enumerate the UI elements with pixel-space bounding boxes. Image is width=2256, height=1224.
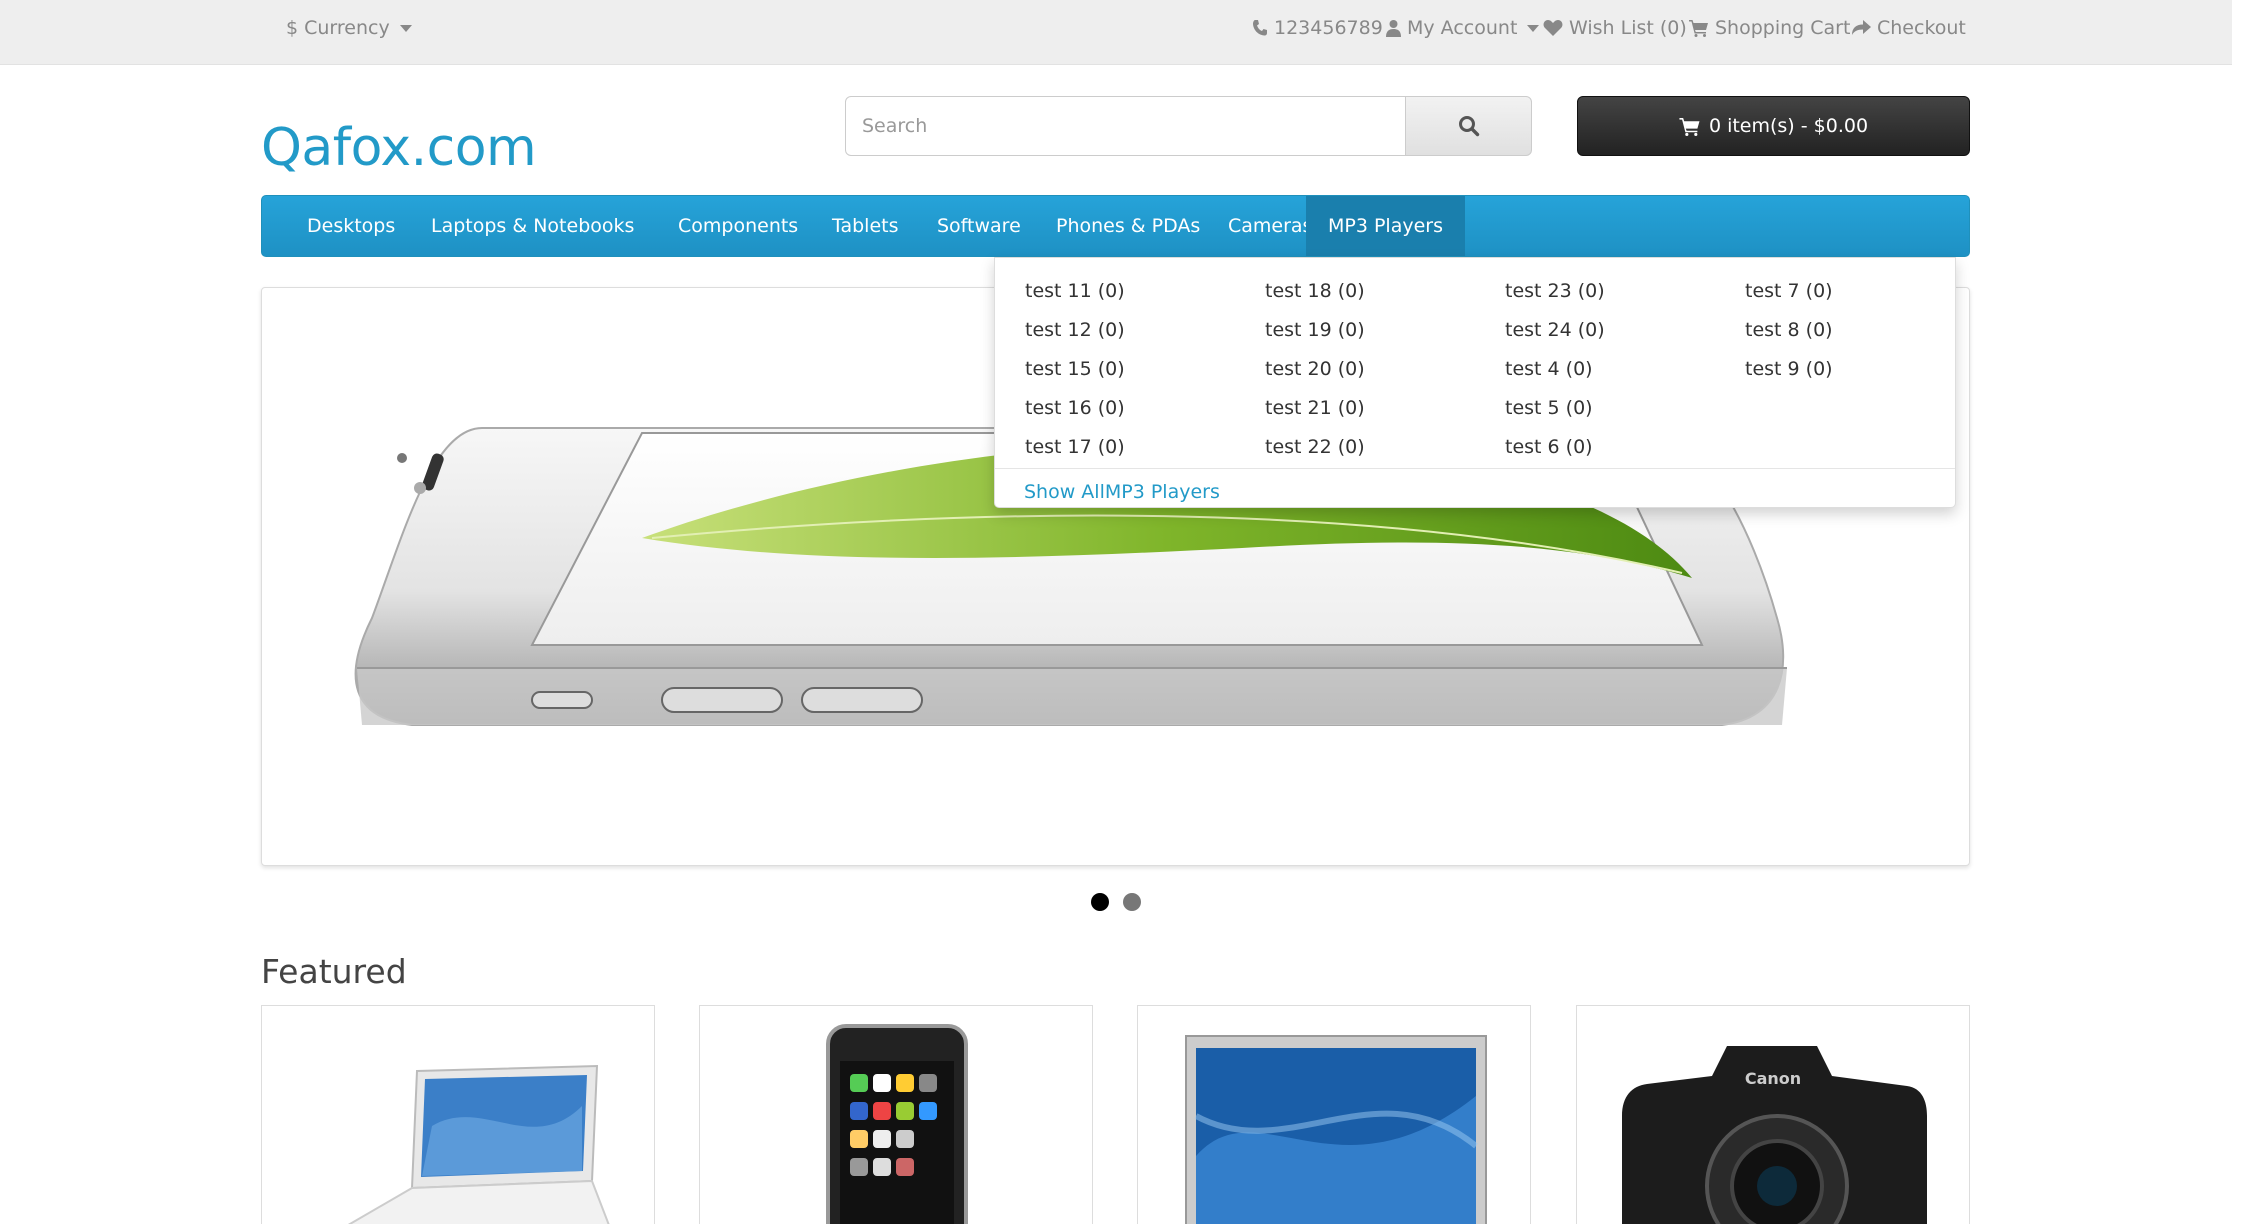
dropdown-column: test 18 (0) test 19 (0) test 20 (0) test…	[1265, 272, 1365, 467]
user-icon	[1386, 20, 1401, 37]
main-nav: Desktops Laptops & Notebooks Components …	[261, 195, 1970, 257]
slider-dot-1[interactable]	[1091, 893, 1109, 911]
checkout-label: Checkout	[1877, 17, 1966, 39]
dropdown-link[interactable]: test 22 (0)	[1265, 428, 1365, 467]
cart-icon	[1689, 20, 1708, 37]
heart-icon	[1543, 20, 1563, 36]
camera-image: Canon	[1622, 1046, 1927, 1224]
cart-icon	[1679, 117, 1700, 136]
page: $ Currency 123456789 My Account Wish Lis…	[0, 0, 2232, 1224]
dropdown-column: test 11 (0) test 12 (0) test 15 (0) test…	[1025, 272, 1125, 467]
dropdown-link[interactable]: test 8 (0)	[1745, 311, 1833, 350]
chevron-down-icon	[1527, 24, 1540, 32]
dropdown-link[interactable]: test 15 (0)	[1025, 350, 1125, 389]
dropdown-link[interactable]: test 5 (0)	[1505, 389, 1605, 428]
nav-item-phones[interactable]: Phones & PDAs	[1034, 196, 1222, 256]
top-bar: $ Currency 123456789 My Account Wish Lis…	[0, 0, 2232, 65]
dropdown-link[interactable]: test 12 (0)	[1025, 311, 1125, 350]
dropdown-link[interactable]: test 6 (0)	[1505, 428, 1605, 467]
nav-item-tablets[interactable]: Tablets	[810, 196, 920, 256]
phone-icon	[1253, 20, 1267, 36]
product-card[interactable]: Canon	[1576, 1005, 1970, 1224]
cart-button[interactable]: 0 item(s) - $0.00	[1577, 96, 1970, 156]
svg-text:Canon: Canon	[1745, 1069, 1801, 1088]
my-account-label: My Account	[1407, 17, 1518, 39]
nav-item-components[interactable]: Components	[656, 196, 820, 256]
nav-item-software[interactable]: Software	[915, 196, 1043, 256]
nav-item-laptops[interactable]: Laptops & Notebooks	[409, 196, 656, 256]
currency-dropdown[interactable]: $ Currency	[286, 17, 412, 39]
wish-list-link[interactable]: Wish List (0)	[1543, 17, 1687, 39]
my-account-dropdown[interactable]: My Account	[1386, 17, 1540, 39]
nav-item-mp3-players[interactable]: MP3 Players	[1306, 196, 1466, 256]
dropdown-column: test 23 (0) test 24 (0) test 4 (0) test …	[1505, 272, 1605, 467]
phone-image	[826, 1024, 968, 1224]
cart-total-label: 0 item(s) - $0.00	[1708, 115, 1869, 137]
product-card[interactable]	[1137, 1005, 1531, 1224]
chevron-down-icon	[399, 24, 412, 32]
currency-label: $ Currency	[286, 17, 390, 39]
product-card[interactable]	[699, 1005, 1093, 1224]
share-icon	[1852, 20, 1871, 35]
phone-number: 123456789	[1274, 17, 1383, 39]
search-input[interactable]: Search	[845, 96, 1406, 156]
shopping-cart-label: Shopping Cart	[1715, 17, 1851, 39]
mp3-players-dropdown: test 11 (0) test 12 (0) test 15 (0) test…	[994, 257, 1956, 508]
shopping-cart-link[interactable]: Shopping Cart	[1689, 17, 1850, 39]
search-icon	[1458, 116, 1479, 137]
featured-heading: Featured	[261, 952, 407, 991]
dropdown-column: test 7 (0) test 8 (0) test 9 (0)	[1745, 272, 1833, 389]
dropdown-link[interactable]: test 18 (0)	[1265, 272, 1365, 311]
dropdown-link[interactable]: test 21 (0)	[1265, 389, 1365, 428]
search-button[interactable]	[1405, 96, 1532, 156]
dropdown-link[interactable]: test 7 (0)	[1745, 272, 1833, 311]
dropdown-divider	[995, 468, 1955, 469]
phone-link[interactable]: 123456789	[1252, 17, 1383, 39]
dropdown-link[interactable]: test 9 (0)	[1745, 350, 1833, 389]
monitor-image	[1185, 1035, 1487, 1224]
dropdown-link[interactable]: test 23 (0)	[1505, 272, 1605, 311]
slider-dot-2[interactable]	[1123, 893, 1141, 911]
dropdown-link[interactable]: test 11 (0)	[1025, 272, 1125, 311]
dropdown-link[interactable]: test 16 (0)	[1025, 389, 1125, 428]
dropdown-link[interactable]: test 19 (0)	[1265, 311, 1365, 350]
dropdown-link[interactable]: test 20 (0)	[1265, 350, 1365, 389]
logo[interactable]: Qafox.com	[261, 118, 537, 178]
dropdown-link[interactable]: test 24 (0)	[1505, 311, 1605, 350]
laptop-image	[347, 1064, 610, 1224]
show-all-link[interactable]: Show AllMP3 Players	[1024, 477, 1220, 507]
product-card[interactable]	[261, 1005, 655, 1224]
nav-item-desktops[interactable]: Desktops	[285, 196, 417, 256]
wish-list-label: Wish List (0)	[1569, 17, 1687, 39]
dropdown-link[interactable]: test 17 (0)	[1025, 428, 1125, 467]
checkout-link[interactable]: Checkout	[1851, 17, 1966, 39]
dropdown-link[interactable]: test 4 (0)	[1505, 350, 1605, 389]
